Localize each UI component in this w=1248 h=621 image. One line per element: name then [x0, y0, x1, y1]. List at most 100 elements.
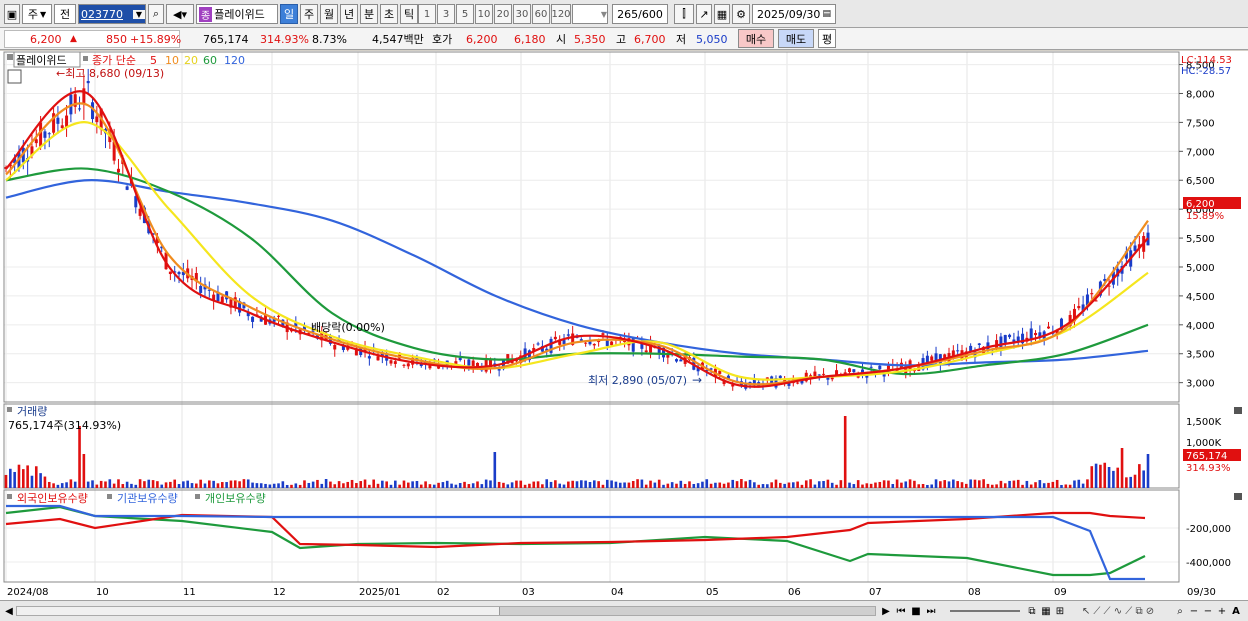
grid-icon[interactable]: ▦ [1040, 604, 1052, 618]
interval-select[interactable]: ▼ [572, 4, 608, 24]
volume-bar [787, 482, 791, 488]
candle-body [393, 361, 397, 364]
volume-bar [355, 483, 358, 488]
volume-bar [259, 483, 263, 488]
scroll-left-icon[interactable]: ◀ [4, 604, 14, 618]
y-axes: 8,5008,0007,5007,0006,5006,0005,5005,000… [1179, 61, 1231, 569]
scroll-thumb[interactable] [499, 607, 875, 615]
interval-1[interactable]: 1 [418, 4, 436, 24]
volume-bar [817, 481, 821, 488]
date-field[interactable]: 2025/09/30 ▤ [752, 4, 836, 24]
copy-icon[interactable]: ⧉ [1026, 604, 1038, 618]
interval-3[interactable]: 3 [437, 4, 455, 24]
volume-bar [251, 482, 254, 488]
volume-bar [545, 479, 549, 488]
y-tick-label: 5,000 [1186, 263, 1215, 274]
interval-5[interactable]: 5 [456, 4, 474, 24]
high-price: 6,700 [634, 32, 666, 46]
candle-body [86, 81, 90, 84]
candle-body [199, 285, 203, 293]
count-field[interactable]: 265/600 [612, 4, 668, 24]
tab-week[interactable]: 주 [300, 4, 318, 24]
volume-bar [450, 483, 453, 488]
draw-tool-icon[interactable]: ↗ [696, 4, 712, 24]
candle-body [95, 116, 99, 123]
gear-icon[interactable]: ⚙ [732, 4, 750, 24]
candle-body [47, 133, 51, 135]
prev-button[interactable]: 전 [54, 4, 76, 24]
panel-close-icon[interactable] [1234, 493, 1242, 500]
minus-icon[interactable]: − [1188, 604, 1200, 618]
buy-button[interactable]: 매수 [738, 29, 774, 48]
volume-bar [575, 481, 579, 488]
interval-30[interactable]: 30 [513, 4, 531, 24]
stop-icon[interactable]: ■ [910, 604, 922, 618]
candle-body [402, 364, 406, 366]
volume-bar [1133, 474, 1137, 488]
panel-close-icon[interactable] [1234, 407, 1242, 414]
interval-20[interactable]: 20 [494, 4, 512, 24]
volume-bar [372, 479, 375, 488]
interval-120[interactable]: 120 [551, 4, 571, 24]
x-tick-label: 02 [437, 587, 450, 598]
volume-bar [151, 480, 155, 488]
candle-body [666, 354, 670, 358]
volume-bar [1120, 448, 1124, 488]
volume-bar [195, 483, 198, 488]
plus-icon[interactable]: + [1216, 604, 1228, 618]
search-icon[interactable]: ⌕ [1174, 604, 1186, 618]
volume-bar [878, 481, 882, 488]
calendar-icon[interactable]: ▤ [822, 9, 831, 19]
tab-minute[interactable]: 분 [360, 4, 378, 24]
candle-icon[interactable]: ⫿ [674, 4, 694, 24]
volume-bar [562, 484, 566, 488]
sell-button[interactable]: 매도 [778, 29, 814, 48]
horizontal-scrollbar[interactable] [16, 606, 876, 616]
volume-bar [1003, 483, 1007, 488]
tab-tick[interactable]: 틱 [400, 4, 418, 24]
x-tick-label: 06 [788, 587, 801, 598]
stock-code-input[interactable]: 023770 ▼ [78, 4, 146, 24]
play-icon[interactable]: ▶ [880, 604, 892, 618]
interval-60[interactable]: 60 [532, 4, 550, 24]
chart-settings-icon[interactable] [7, 69, 22, 84]
volume-bar [835, 484, 838, 488]
volume-bar [156, 481, 159, 488]
rewind-icon[interactable]: ⏮ [894, 604, 908, 618]
minus-icon[interactable]: − [1202, 604, 1214, 618]
chart-area[interactable]: 8,500 8,000 7,500 7,000 6,500 6,000 5,500 5,000… [0, 51, 1248, 602]
drawing-tools[interactable]: ↖ ⟋ ⟋ ∿ ⟋ ⧉ ⊘ [1068, 604, 1168, 618]
market-type-select[interactable]: 주 ▼ [22, 4, 52, 24]
volume-bar [1012, 480, 1016, 488]
fastforward-icon[interactable]: ⏭ [924, 604, 938, 618]
candle-body [1077, 306, 1081, 309]
volume-bar [246, 479, 250, 488]
zoom-slider[interactable] [950, 610, 1020, 612]
chevron-down-icon[interactable]: ▼ [133, 9, 145, 19]
tab-day[interactable]: 일 [280, 4, 298, 24]
volume-bar [735, 481, 739, 488]
eval-button[interactable]: 평 [818, 29, 836, 48]
speaker-icon[interactable]: ◀▾ [166, 4, 194, 24]
volume-bar [753, 482, 756, 488]
tab-second[interactable]: 초 [380, 4, 398, 24]
chevron-down-icon: ▼ [39, 9, 47, 19]
open-price: 5,350 [574, 32, 606, 46]
stock-name-field[interactable]: 종 플레이위드 [196, 4, 278, 24]
search-icon[interactable]: ⌕ [148, 4, 164, 24]
volume-bar [1125, 477, 1128, 488]
interval-10[interactable]: 10 [475, 4, 493, 24]
volume-bar [683, 483, 687, 488]
volume-bar [1068, 484, 1072, 488]
font-icon[interactable]: A [1230, 604, 1242, 618]
candle-body [43, 131, 47, 138]
window-icon[interactable]: ▣ [4, 4, 20, 24]
candle-body [601, 333, 605, 335]
volume-bar [467, 484, 471, 488]
layout-icon[interactable]: ⊞ [1054, 604, 1066, 618]
tab-year[interactable]: 년 [340, 4, 358, 24]
chart-canvas[interactable]: 8,5008,0007,5007,0006,5006,0005,5005,000… [0, 51, 1248, 602]
candle-body [830, 377, 834, 380]
tab-month[interactable]: 월 [320, 4, 338, 24]
save-icon[interactable]: ▦ [714, 4, 730, 24]
